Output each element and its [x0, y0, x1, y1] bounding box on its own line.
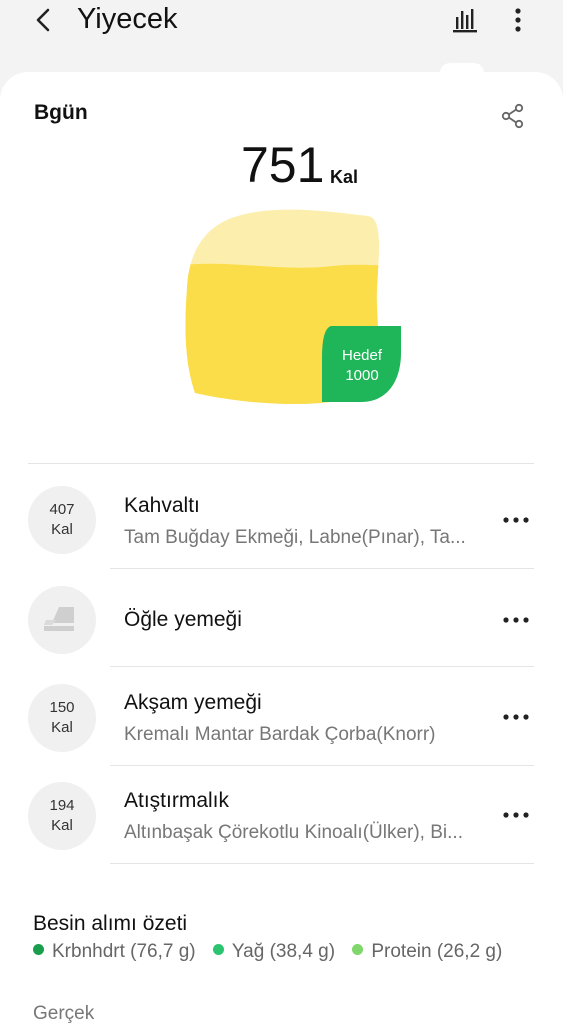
meal-calorie-value: 194 — [49, 797, 75, 814]
more-horizontal-icon — [503, 617, 529, 623]
meal-more-button[interactable] — [500, 803, 532, 827]
meal-items: Tam Buğday Ekmeği, Labne(Pınar), Ta... — [124, 527, 466, 548]
divider — [28, 463, 534, 464]
meal-name: Öğle yemeği — [124, 608, 242, 631]
legend-item-carbs: Krbnhdrt (76,7 g) — [33, 941, 196, 962]
meal-calorie-value: 407 — [49, 501, 75, 518]
meal-items: Altınbaşak Çörekotlu Kinoalı(Ülker), Bi.… — [124, 822, 463, 843]
meal-row-snack[interactable]: 194 Kal Atıştırmalık Altınbaşak Çörekotl… — [0, 766, 563, 864]
goal-badge-text: Hedef 1000 — [322, 346, 402, 386]
meal-row-lunch[interactable]: Öğle yemeği — [0, 570, 563, 668]
meal-calorie-circle: 150 Kal — [28, 684, 96, 752]
more-horizontal-icon — [503, 714, 529, 720]
meal-items: Kremalı Mantar Bardak Çorba(Knorr) — [124, 724, 436, 745]
meal-row-dinner[interactable]: 150 Kal Akşam yemeği Kremalı Mantar Bard… — [0, 667, 563, 765]
meal-more-button[interactable] — [500, 705, 532, 729]
legend-item-protein: Protein (26,2 g) — [352, 941, 502, 962]
page-title: Yiyecek — [77, 3, 178, 35]
divider — [110, 568, 534, 569]
calorie-total: 751 — [241, 137, 325, 193]
meal-name: Kahvaltı — [124, 494, 200, 517]
more-options-button[interactable] — [508, 7, 528, 33]
legend-label: Protein (26,2 g) — [371, 941, 503, 962]
actual-label: Gerçek — [33, 1003, 95, 1024]
bar-chart-icon — [453, 9, 477, 33]
sandwich-icon — [44, 607, 74, 631]
meal-more-button[interactable] — [500, 508, 532, 532]
day-label: Bgün — [34, 101, 88, 124]
meal-row-breakfast[interactable]: 407 Kal Kahvaltı Tam Buğday Ekmeği, Labn… — [0, 470, 563, 568]
legend-label: Yağ (38,4 g) — [231, 941, 336, 962]
meal-icon-circle — [28, 586, 96, 654]
legend-label: Krbnhdrt (76,7 g) — [52, 941, 196, 962]
more-horizontal-icon — [503, 812, 529, 818]
more-vertical-icon — [515, 8, 521, 32]
legend-item-fat: Yağ (38,4 g) — [212, 941, 336, 962]
share-icon — [501, 103, 524, 129]
nutrition-summary-title: Besin alımı özeti — [33, 912, 188, 935]
back-button[interactable] — [30, 6, 58, 34]
nutrition-legend: Krbnhdrt (76,7 g) Yağ (38,4 g) Protein (… — [33, 941, 514, 963]
legend-dot — [352, 944, 364, 956]
meal-calorie-unit: Kal — [51, 521, 73, 538]
meal-calorie-value: 150 — [49, 699, 75, 716]
meal-name: Atıştırmalık — [124, 789, 230, 812]
meal-calorie-circle: 407 Kal — [28, 486, 96, 554]
meal-name: Akşam yemeği — [124, 691, 262, 714]
app-bar: Yiyecek — [0, 0, 563, 70]
divider — [110, 863, 534, 864]
meal-calorie-unit: Kal — [51, 817, 73, 834]
meal-calorie-circle: 194 Kal — [28, 782, 96, 850]
goal-value: 1000 — [345, 367, 379, 384]
goal-label: Hedef — [341, 347, 383, 364]
stats-button[interactable] — [452, 7, 480, 33]
share-button[interactable] — [500, 103, 526, 129]
meal-more-button[interactable] — [500, 608, 532, 632]
legend-dot — [212, 944, 224, 956]
more-horizontal-icon — [503, 517, 529, 523]
calorie-unit: Kal — [330, 167, 359, 187]
legend-dot — [33, 944, 44, 956]
chevron-left-icon — [36, 8, 50, 32]
meal-calorie-unit: Kal — [51, 719, 73, 736]
